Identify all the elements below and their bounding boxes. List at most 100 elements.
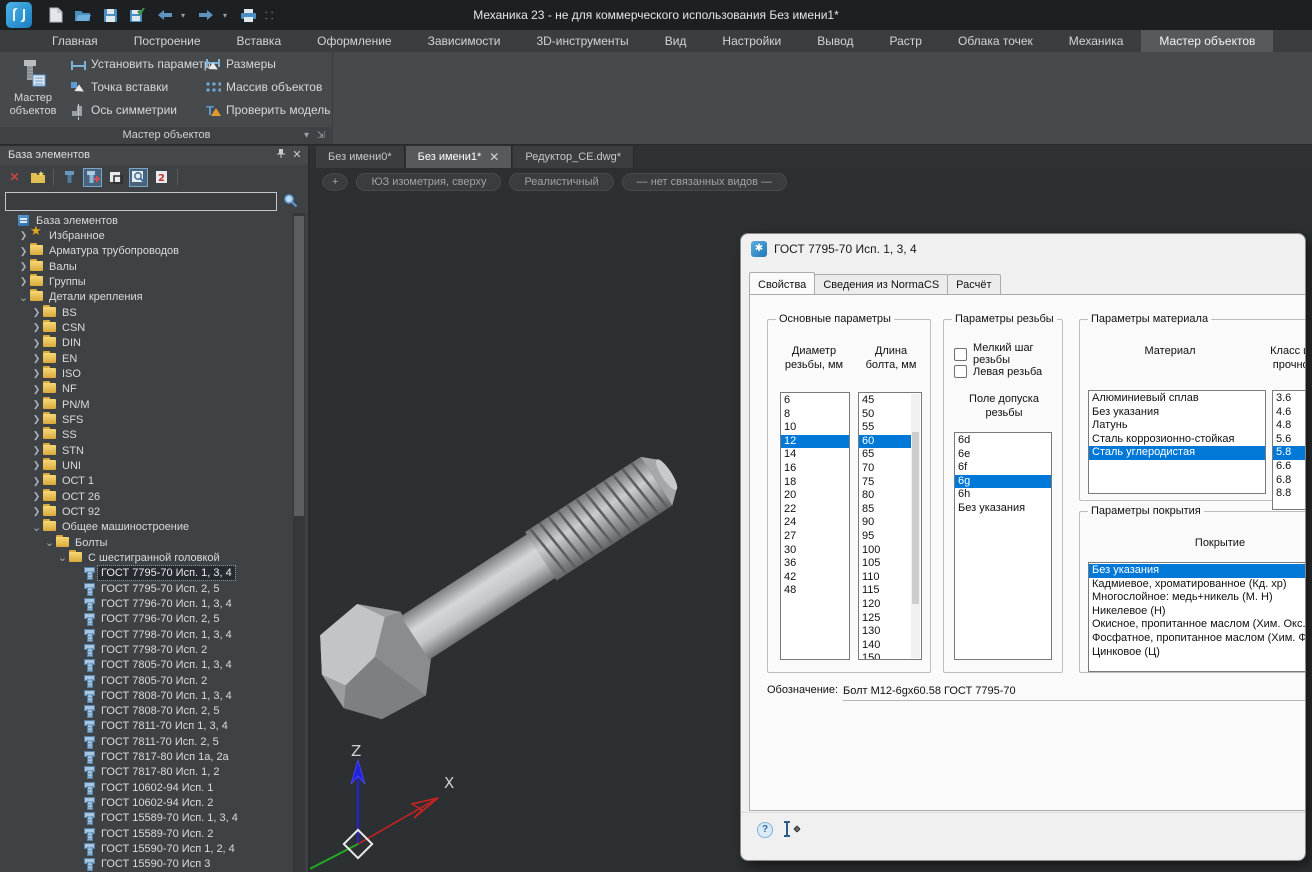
tree-item[interactable]: UNI [0,458,292,473]
tree-item[interactable]: ГОСТ 7811-70 Исп 1, 3, 4 [0,719,292,734]
tree-item[interactable]: ГОСТ 7796-70 Исп. 2, 5 [0,612,292,627]
length-scrollbar-thumb[interactable] [912,432,919,604]
tree-item[interactable]: DIN [0,336,292,351]
list-option[interactable]: Цинковое (Ц) [1089,646,1306,660]
overlay-mode-icon[interactable] [106,168,125,187]
length-list[interactable]: 4550556065707580859095100105110115120125… [858,392,922,660]
close-icon[interactable]: ✕ [489,151,499,163]
expander-icon[interactable] [30,476,43,487]
tree-item[interactable]: ГОСТ 15590-70 Исп 3 [0,857,292,872]
ribbon-tab[interactable]: Растр [872,30,940,52]
expander-icon[interactable] [17,230,30,241]
list-option[interactable]: 60 [859,435,911,449]
tree-item[interactable]: Болты [0,535,292,550]
expander-icon[interactable] [30,399,43,410]
list-option[interactable]: Многослойное: медь+никель (М. Н) [1089,591,1306,605]
list-option[interactable]: 4.6 [1273,406,1306,420]
list-option[interactable]: 6d [955,434,1051,448]
list-option[interactable]: 20 [781,489,849,503]
list-option[interactable]: 24 [781,516,849,530]
tree-item[interactable]: Детали крепления [0,290,292,305]
list-option[interactable]: 27 [781,530,849,544]
tree-item[interactable]: ГОСТ 10602-94 Исп. 1 [0,780,292,795]
list-option[interactable]: 120 [859,598,911,612]
ribbon-button[interactable]: Проверить модель [205,100,331,120]
ribbon-tab[interactable]: Построение [116,30,219,52]
list-option[interactable]: Сталь коррозионно-стойкая [1089,433,1265,447]
tree-item[interactable]: BS [0,305,292,320]
tree-item[interactable]: Общее машиностроение [0,520,292,535]
expander-icon[interactable] [30,307,43,318]
viewport-control[interactable]: ЮЗ изометрия, сверху [356,173,501,191]
expander-icon[interactable] [30,414,43,425]
strength-class-list[interactable]: 3.64.64.85.65.86.66.88.8 [1272,390,1306,510]
list-option[interactable]: 70 [859,462,911,476]
list-option[interactable]: 8 [781,408,849,422]
list-option[interactable]: 90 [859,516,911,530]
expander-icon[interactable] [30,491,43,502]
expander-icon[interactable] [17,246,30,257]
tree-item[interactable]: ГОСТ 15590-70 Исп 1, 2, 4 [0,841,292,856]
designation-input[interactable] [843,681,1306,701]
list-option[interactable]: 36 [781,557,849,571]
tree-item[interactable]: ГОСТ 10602-94 Исп. 2 [0,795,292,810]
ribbon-tab[interactable]: Мастер объектов [1141,30,1273,52]
list-option[interactable]: 5.8 [1273,446,1306,460]
insertion-point-icon[interactable] [781,820,801,843]
tree-item[interactable]: ГОСТ 7795-70 Исп. 2, 5 [0,581,292,596]
list-option[interactable]: 3.6 [1273,392,1306,406]
document-tab[interactable]: Без имени1* ✕ [406,146,513,168]
list-option[interactable]: Без указания [1089,406,1265,420]
list-option[interactable]: 110 [859,571,911,585]
tree-item[interactable]: Валы [0,259,292,274]
ribbon-tab[interactable]: Вид [647,30,705,52]
tree-item[interactable]: PN/M [0,397,292,412]
expander-icon[interactable] [17,291,30,304]
ribbon-button[interactable]: Массив объектов [205,77,322,97]
new-folder-icon[interactable] [28,168,47,187]
element-insert-icon[interactable] [83,168,102,187]
search-input[interactable] [5,192,277,211]
checkbox-row[interactable]: Мелкий шаг резьбы [954,342,1062,366]
tree-item[interactable]: ГОСТ 7805-70 Исп. 2 [0,673,292,688]
expander-icon[interactable] [30,521,43,534]
ribbon-tab[interactable]: Механика [1051,30,1142,52]
ribbon-tab[interactable]: 3D-инструменты [518,30,646,52]
list-option[interactable]: 5.6 [1273,433,1306,447]
list-option[interactable]: 115 [859,584,911,598]
dialog-tab[interactable]: Сведения из NormaCS [814,274,948,296]
ribbon-panel-footer[interactable]: Мастер объектов ▾ ⇲ [0,127,333,144]
tree-scrollbar-thumb[interactable] [294,216,304,516]
expander-icon[interactable] [17,261,30,272]
list-option[interactable]: 12 [781,435,849,449]
list-option[interactable]: 150 [859,652,911,660]
element-view-icon[interactable] [60,168,79,187]
list-option[interactable]: 48 [781,584,849,598]
tree-item[interactable]: База элементов [0,213,292,228]
viewport-control[interactable]: Реалистичный [509,173,613,191]
panel-launcher-icon[interactable]: ⇲ [317,127,325,144]
ribbon-tab[interactable]: Оформление [299,30,409,52]
tree-item[interactable]: CSN [0,320,292,335]
dialog-title-bar[interactable]: ✱ ГОСТ 7795-70 Исп. 1, 3, 4 [741,234,1305,264]
expander-icon[interactable] [43,536,56,549]
tree-item[interactable]: Арматура трубопроводов [0,244,292,259]
list-option[interactable]: 42 [781,571,849,585]
tree-item[interactable]: ОСТ 1 [0,474,292,489]
list-option[interactable]: 45 [859,394,911,408]
dialog-tab[interactable]: Расчёт [947,274,1000,296]
tree-item[interactable]: STN [0,443,292,458]
ribbon-tab[interactable]: Настройки [704,30,799,52]
tree-item[interactable]: ГОСТ 7808-70 Исп. 1, 3, 4 [0,688,292,703]
expander-icon[interactable] [30,368,43,379]
tree-item[interactable]: С шестигранной головкой [0,550,292,565]
list-option[interactable]: Алюминиевый сплав [1089,392,1265,406]
model-viewport[interactable]: +ЮЗ изометрия, сверхуРеалистичный— нет с… [310,168,1312,872]
list-option[interactable]: 80 [859,489,911,503]
list-option[interactable]: Кадмиевое, хроматированное (Кд. хр) [1089,578,1306,592]
list-option[interactable]: 8.8 [1273,487,1306,501]
panel-chevron-icon[interactable]: ▾ [304,127,309,144]
tree-item[interactable]: ГОСТ 7811-70 Исп. 2, 5 [0,734,292,749]
tree-item[interactable]: ГОСТ 7796-70 Исп. 1, 3, 4 [0,596,292,611]
list-option[interactable]: Сталь углеродистая [1089,446,1265,460]
